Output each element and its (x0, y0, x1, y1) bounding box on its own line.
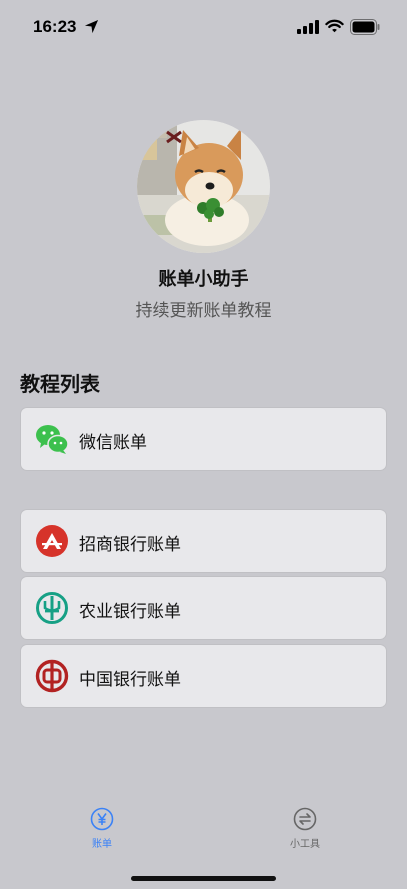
list-item-wechat[interactable]: 微信账单 (21, 408, 386, 470)
yen-icon (90, 807, 114, 831)
tab-bills[interactable]: 账单 (62, 807, 142, 857)
shiba-dog-avatar-icon (137, 120, 270, 253)
list-item-boc[interactable]: 中国银行账单 (21, 645, 386, 707)
profile-subtitle: 持续更新账单教程 (135, 301, 272, 321)
swap-icon (293, 807, 317, 831)
tab-label: 账单 (92, 839, 112, 850)
list-item-label: 农业银行账单 (79, 602, 181, 622)
tab-bar: 账单 小工具 (0, 795, 407, 865)
list-item-label: 中国银行账单 (79, 670, 181, 690)
list-item-label: 招商银行账单 (79, 535, 181, 555)
wifi-icon (325, 19, 344, 33)
list-item-abc[interactable]: 农业银行账单 (21, 577, 386, 639)
wechat-icon (36, 425, 69, 454)
avatar (137, 120, 270, 253)
tab-tools[interactable]: 小工具 (265, 807, 345, 857)
home-indicator[interactable] (131, 876, 276, 881)
cmb-logo-icon (36, 525, 68, 557)
list-item-cmb[interactable]: 招商银行账单 (21, 510, 386, 572)
battery-icon (350, 19, 380, 35)
status-bar: 16:23 (0, 0, 407, 54)
tab-label: 小工具 (290, 839, 320, 850)
profile-name: 账单小助手 (158, 269, 249, 290)
list-item-label: 微信账单 (79, 433, 147, 453)
status-time: 16:23 (33, 17, 77, 36)
section-title: 教程列表 (20, 372, 100, 396)
location-arrow-icon (84, 19, 99, 34)
app-screen: 16:23 账单小助手 持续更新账单教程 教程列表 微信账单 招商银行账单 农业… (0, 0, 407, 889)
abc-logo-icon (36, 592, 68, 624)
cellular-signal-icon (297, 20, 319, 34)
boc-logo-icon (35, 659, 69, 693)
